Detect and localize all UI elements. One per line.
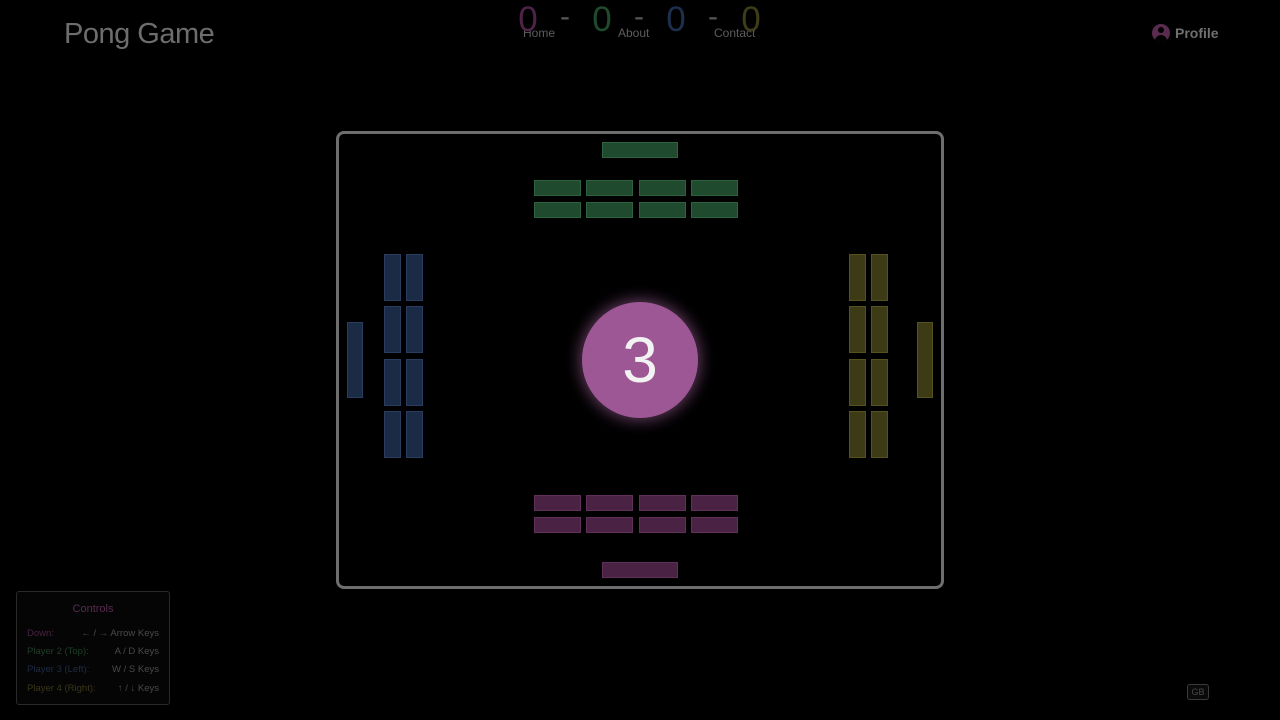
user-icon [1152,24,1170,42]
controls-row: Player 4 (Right): ↑ / ↓ Keys [27,683,159,694]
controls-keys: A / D Keys [114,646,159,657]
controls-player-label: Player 3 (Left): [27,664,90,675]
score-player-2: 0 [592,0,612,39]
score-separator: - [634,0,644,33]
controls-player-label: Player 4 (Right): [27,683,96,694]
controls-keys: W / S Keys [112,664,159,675]
game-title: Pong Game [64,18,215,50]
score-separator: - [708,0,718,33]
controls-row: Player 2 (Top): A / D Keys [27,646,159,657]
controls-row: Down: ← / → Arrow Keys [27,628,159,639]
countdown-indicator: 3 [582,302,698,418]
score-player-1: 0 [518,0,538,39]
score-separator: - [560,0,570,33]
controls-row: Player 3 (Left): W / S Keys [27,664,159,675]
controls-keys: ↑ / ↓ Keys [117,683,159,694]
controls-keys: ← / → Arrow Keys [81,628,159,639]
profile-button[interactable]: Profile [1152,24,1219,42]
controls-player-label: Down: [27,628,54,639]
controls-panel: Controls Down: ← / → Arrow Keys Player 2… [16,591,170,705]
profile-label: Profile [1175,25,1219,41]
controls-title: Controls [72,603,114,615]
score-player-4: 0 [741,0,761,39]
score-player-3: 0 [666,0,686,39]
language-selector[interactable]: GB [1187,684,1209,700]
controls-player-label: Player 2 (Top): [27,646,89,657]
